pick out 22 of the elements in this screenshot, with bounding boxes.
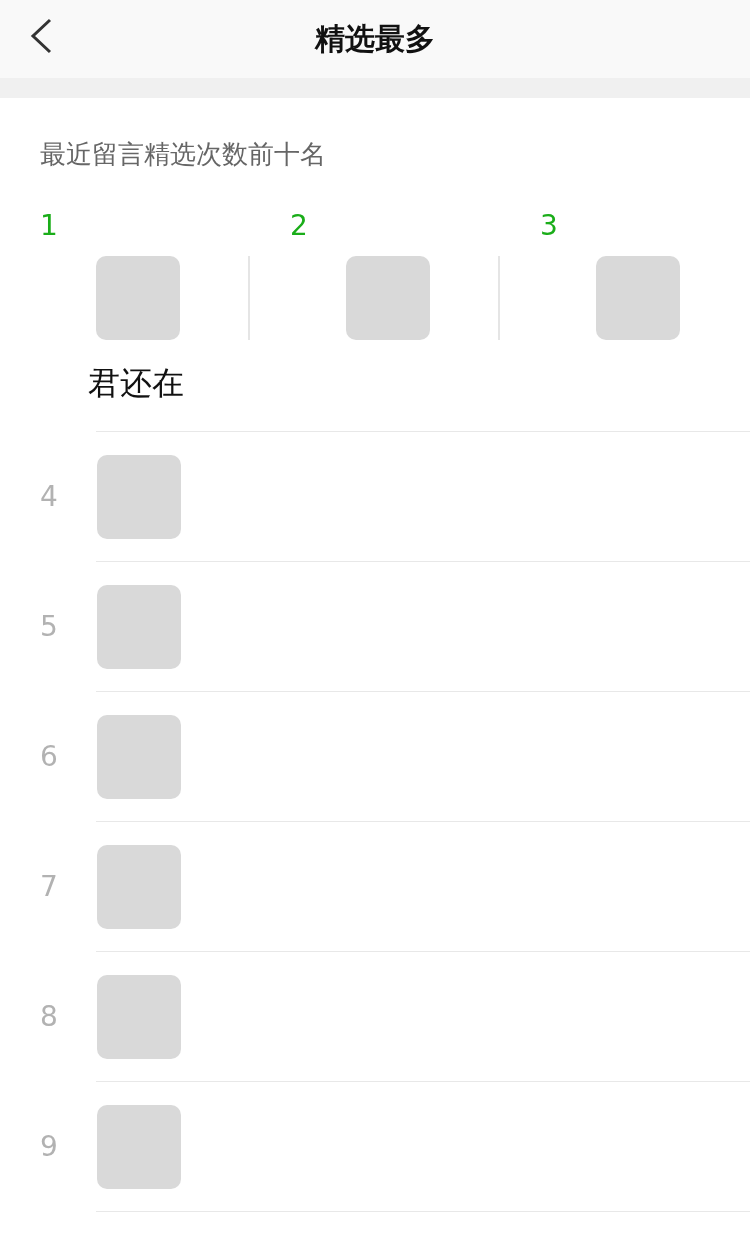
- rank-number: 4: [40, 480, 58, 513]
- rank-number: 2: [290, 210, 308, 242]
- avatar-photo-placeholder[interactable]: [97, 844, 181, 929]
- rank-number: 9: [40, 1130, 58, 1163]
- avatar-photo-placeholder[interactable]: [97, 584, 181, 669]
- back-icon[interactable]: [28, 18, 54, 54]
- rank-number: 3: [540, 210, 558, 242]
- avatar-photo-placeholder[interactable]: [596, 256, 680, 340]
- avatar-photo-placeholder[interactable]: [346, 256, 430, 340]
- rank-number: 8: [40, 1000, 58, 1033]
- avatar-photo-placeholder[interactable]: [97, 1104, 181, 1189]
- rank-number: 5: [40, 610, 58, 643]
- page-title: 精选最多: [315, 19, 435, 58]
- rank-number: 7: [40, 870, 58, 903]
- user-name: 君还在: [88, 363, 184, 404]
- avatar-photo-placeholder[interactable]: [97, 454, 181, 539]
- avatar-photo-placeholder[interactable]: [97, 974, 181, 1059]
- rank-number: 1: [40, 210, 58, 242]
- rank-number: 6: [40, 740, 58, 773]
- avatar-photo-placeholder[interactable]: [96, 256, 180, 340]
- avatar-photo-placeholder[interactable]: [97, 714, 181, 799]
- subtitle: 最近留言精选次数前十名: [39, 138, 327, 171]
